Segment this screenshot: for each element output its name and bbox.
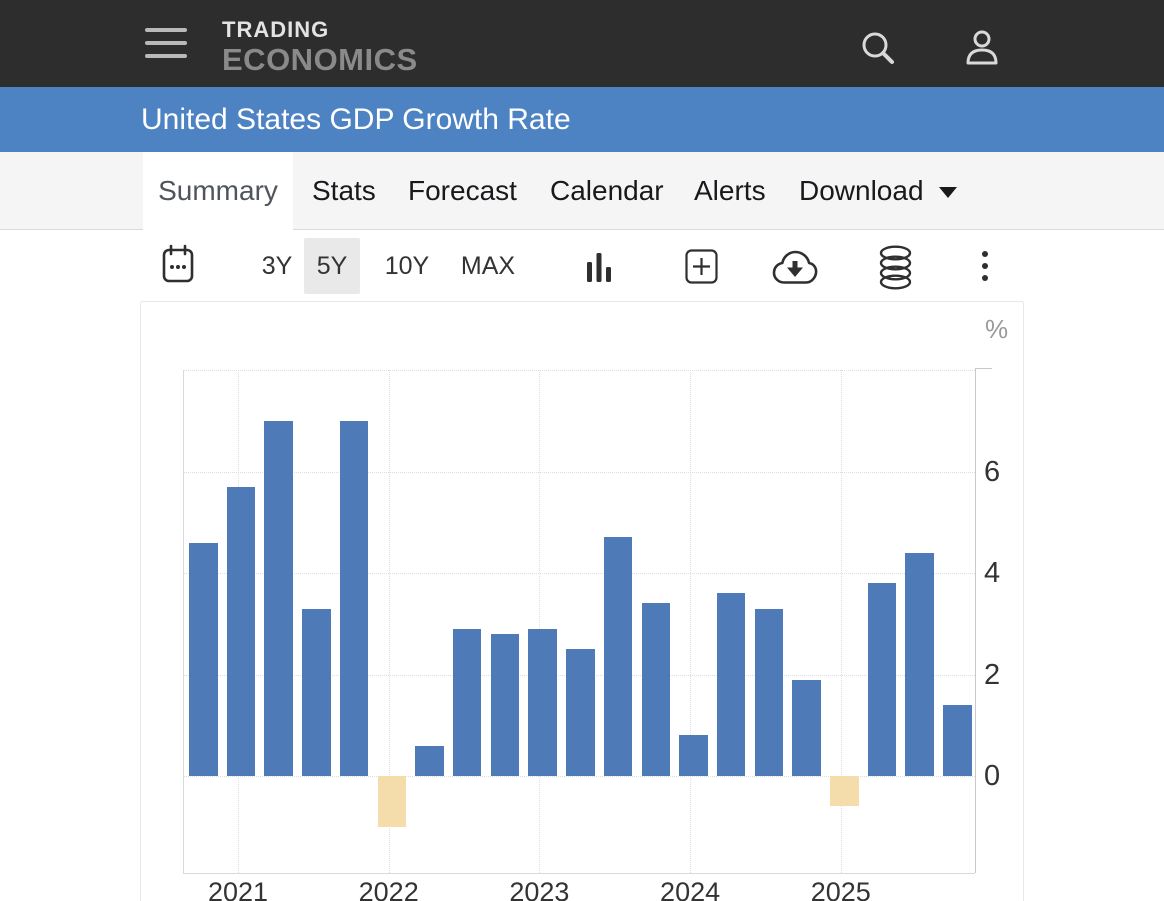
tab-forecast[interactable]: Forecast — [408, 152, 517, 230]
bar — [566, 649, 595, 776]
caret-down-icon — [939, 187, 957, 198]
page-banner: United States GDP Growth Rate — [0, 87, 1164, 152]
chart-gridline — [183, 573, 975, 574]
tab-summary[interactable]: Summary — [143, 152, 293, 231]
chart-frame-bottom — [183, 873, 975, 874]
logo-line1: TRADING — [222, 19, 418, 41]
cloud-download-icon[interactable] — [771, 247, 819, 291]
range-5y-button[interactable]: 5Y — [304, 238, 360, 294]
hamburger-icon[interactable] — [145, 28, 187, 58]
chart-gridline — [183, 370, 975, 371]
bar — [227, 487, 256, 776]
tab-download[interactable]: Download — [799, 152, 957, 230]
page-title: United States GDP Growth Rate — [141, 87, 571, 152]
x-axis-label: 2021 — [208, 877, 268, 901]
tab-alerts[interactable]: Alerts — [694, 152, 766, 230]
bar — [830, 776, 859, 806]
kebab-menu-icon[interactable] — [980, 249, 990, 288]
chart-gridline — [690, 370, 691, 873]
x-axis-label: 2024 — [660, 877, 720, 901]
y-axis-line — [975, 368, 976, 873]
bar — [679, 735, 708, 776]
range-3y-button[interactable]: 3Y — [253, 230, 301, 302]
chart-section: 6 4 2 0% 2021 2022 2023 2024 2025 — [140, 302, 1024, 901]
bar — [943, 705, 972, 776]
y-axis-label: 4 — [984, 557, 1000, 590]
bar — [792, 680, 821, 776]
range-max-button[interactable]: MAX — [454, 230, 522, 302]
gdp-growth-chart: 6 4 2 0% 2021 2022 2023 2024 2025 — [141, 302, 1023, 901]
x-axis-label: 2023 — [509, 877, 569, 901]
database-icon[interactable] — [877, 245, 914, 293]
y-axis-unit-label: % — [985, 314, 1008, 345]
bar — [302, 609, 331, 776]
logo-line2: ECONOMICS — [222, 44, 418, 75]
chart-gridline — [539, 370, 540, 873]
tab-strip: Summary Stats Forecast Calendar Alerts D… — [0, 152, 1164, 230]
user-icon[interactable] — [962, 29, 1002, 70]
top-header: TRADING ECONOMICS — [0, 0, 1164, 87]
bar — [642, 603, 671, 776]
bar — [868, 583, 897, 776]
bar — [378, 776, 407, 827]
bar — [491, 634, 520, 776]
bar — [528, 629, 557, 776]
bar — [755, 609, 784, 776]
bar — [604, 537, 633, 776]
x-axis-label: 2025 — [811, 877, 871, 901]
y-axis-label: 6 — [984, 456, 1000, 489]
bar — [189, 543, 218, 776]
search-icon[interactable] — [858, 29, 898, 72]
bar — [717, 593, 746, 776]
chart-toolbar: 3Y 5Y 10Y MAX — [141, 230, 1023, 302]
chart-gridline — [183, 472, 975, 473]
bar — [264, 421, 293, 776]
bar — [340, 421, 369, 776]
calendar-icon[interactable] — [161, 243, 195, 288]
y-axis-label: 0 — [984, 760, 1000, 793]
add-compare-icon[interactable] — [685, 249, 718, 287]
y-axis-top-tick — [975, 368, 992, 369]
bar — [415, 746, 444, 776]
bar — [905, 553, 934, 776]
tab-calendar[interactable]: Calendar — [550, 152, 664, 230]
chart-frame-left — [183, 370, 184, 873]
bar — [453, 629, 482, 776]
tab-stats[interactable]: Stats — [312, 152, 376, 230]
x-axis-label: 2022 — [359, 877, 419, 901]
range-10y-button[interactable]: 10Y — [379, 230, 435, 302]
y-axis-label: 2 — [984, 659, 1000, 692]
bar-chart-icon[interactable] — [587, 249, 613, 288]
page: TRADING ECONOMICS United States GDP Grow… — [0, 0, 1164, 901]
tab-download-label: Download — [799, 175, 924, 206]
trading-economics-logo[interactable]: TRADING ECONOMICS — [222, 19, 418, 75]
